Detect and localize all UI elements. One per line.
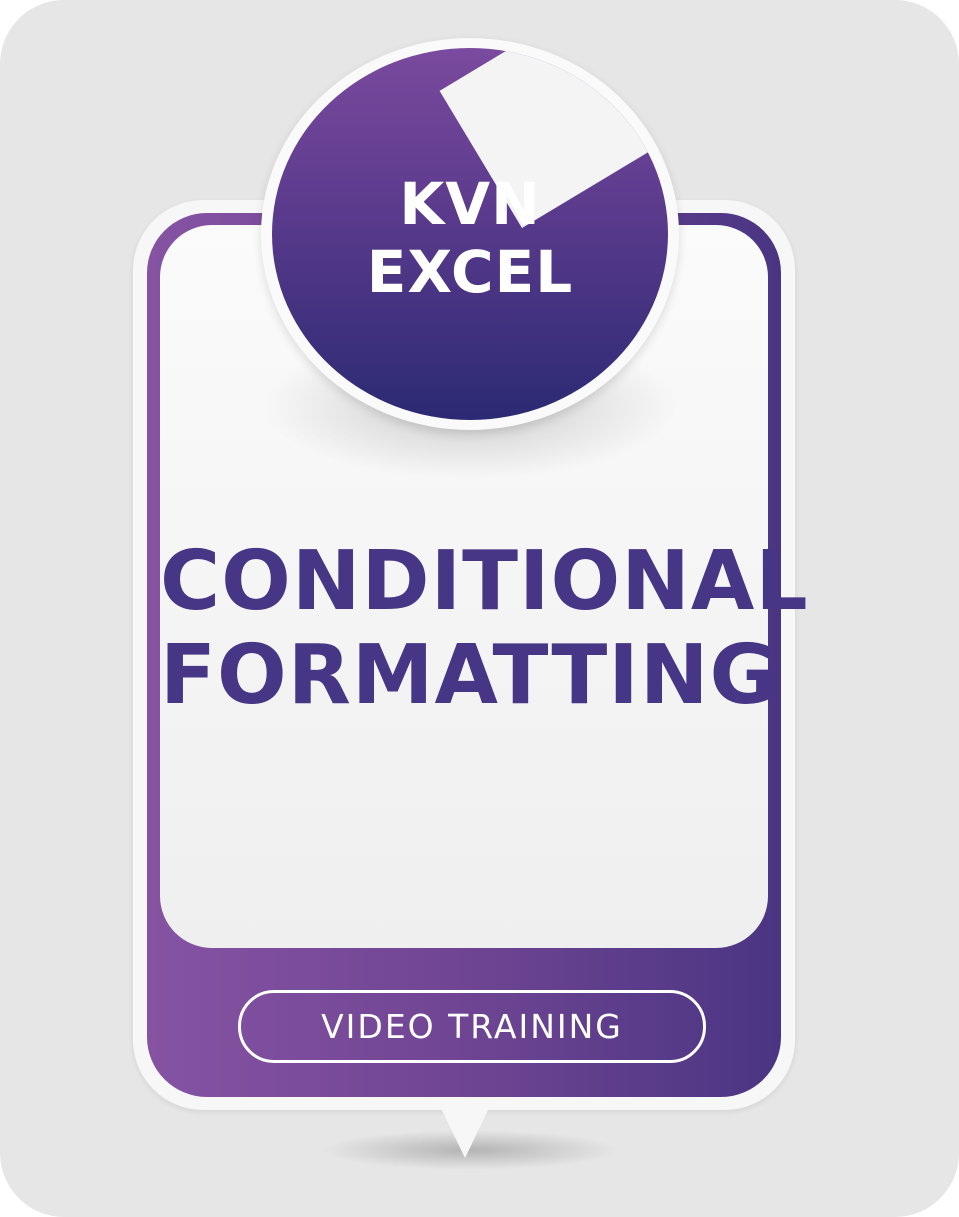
badge-line-2: EXCEL [366,238,574,306]
badge-line-1: KVN [399,170,541,238]
title-line-1: CONDITIONAL [160,534,809,629]
card-pointer [437,1100,493,1158]
badge-text: KVN EXCEL [272,170,668,306]
page-title: CONDITIONAL FORMATTING [160,534,809,723]
title-line-2: FORMATTING [160,628,778,723]
video-training-button[interactable]: VIDEO TRAINING [238,990,706,1063]
